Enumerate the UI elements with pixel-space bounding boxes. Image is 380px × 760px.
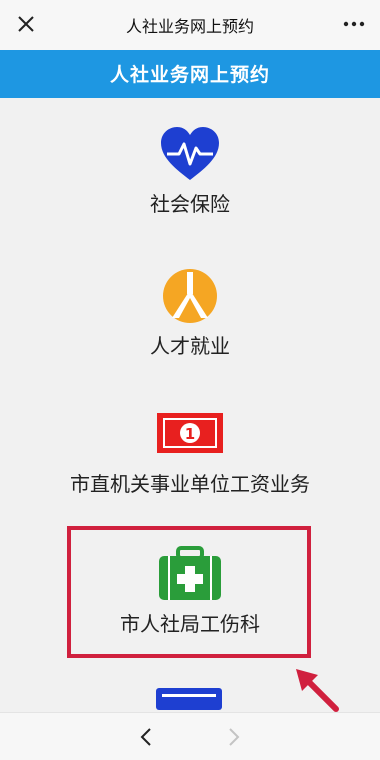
close-icon[interactable] [14, 12, 38, 36]
title-bar: 人社业务网上预约 [0, 0, 380, 50]
forward-icon[interactable] [223, 725, 245, 749]
svg-text:1: 1 [185, 425, 195, 443]
pointer-arrow-icon [296, 669, 339, 712]
window-title: 人社业务网上预约 [125, 17, 254, 36]
back-icon[interactable] [135, 725, 157, 749]
menu-item-talent-employment[interactable]: 人才就业 [0, 260, 380, 370]
menu-item-label: 社会保险 [150, 192, 230, 216]
page-title: 人社业务网上预约 [109, 64, 270, 86]
menu-item-label: 人才就业 [150, 334, 230, 358]
person-circle-icon [163, 269, 217, 323]
menu-item-social-insurance[interactable]: 社会保险 [0, 120, 380, 230]
menu-item-salary-business[interactable]: 1 市直机关事业单位工资业务 [0, 400, 380, 510]
next-item-icon[interactable] [156, 688, 222, 710]
more-options-icon[interactable] [342, 14, 366, 34]
page-header: 人社业务网上预约 [0, 50, 380, 98]
heart-pulse-icon [161, 127, 219, 180]
menu-item-label: 市直机关事业单位工资业务 [70, 472, 310, 496]
navigation-bar [0, 712, 380, 760]
banknote-icon: 1 [157, 413, 223, 453]
highlight-box [67, 526, 311, 658]
